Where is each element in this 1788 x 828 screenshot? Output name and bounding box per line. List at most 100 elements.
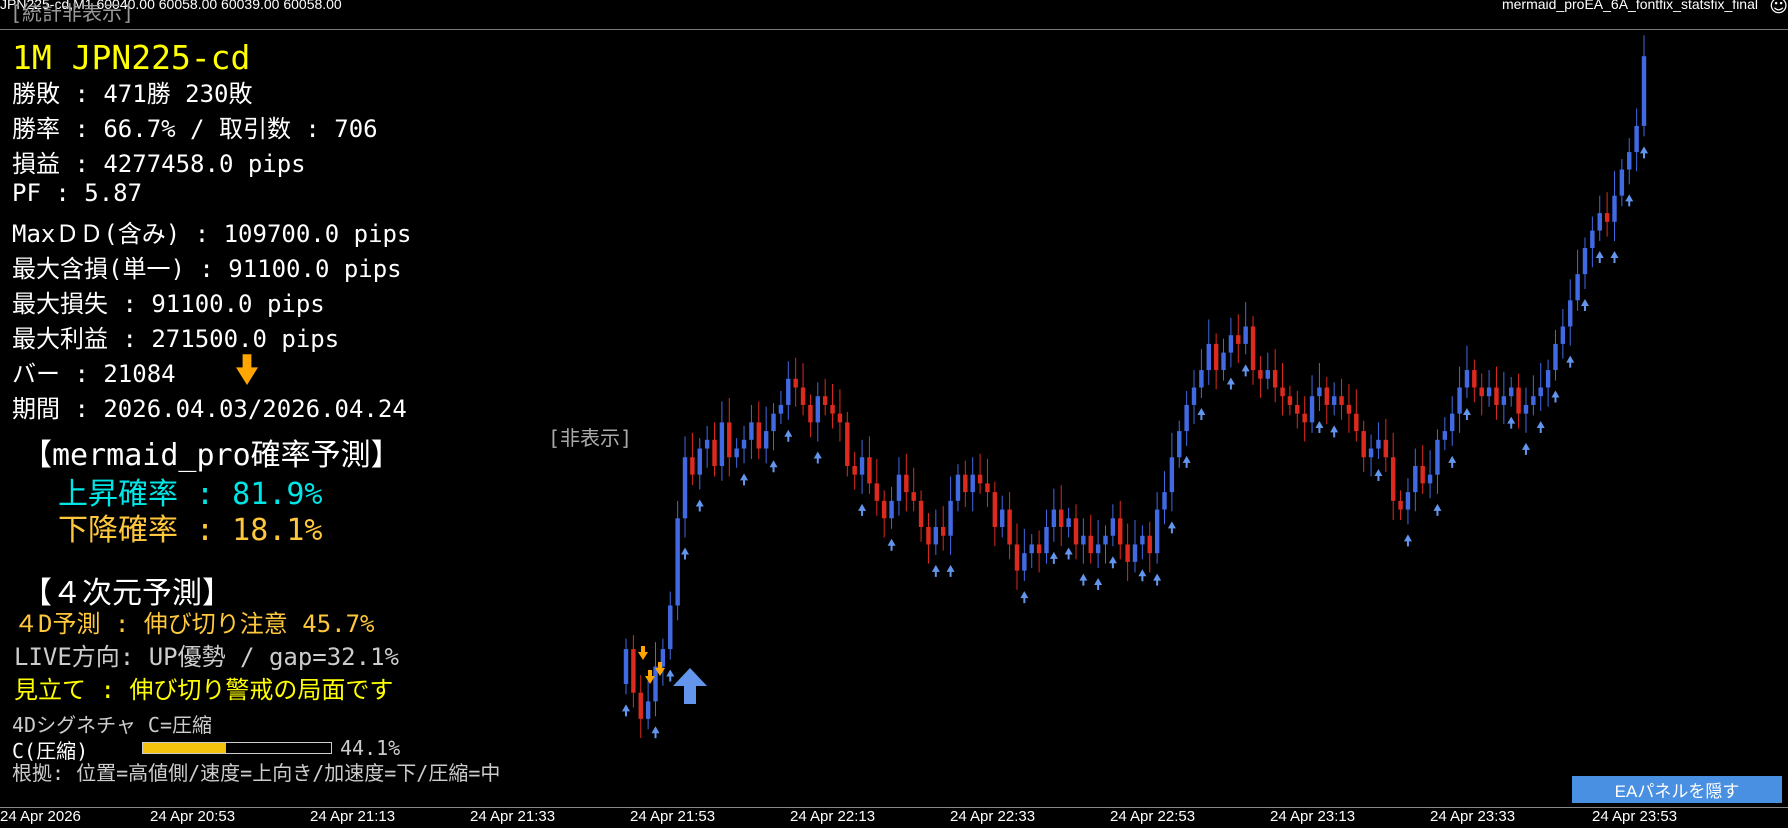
candle-body bbox=[1568, 300, 1573, 327]
header-divider bbox=[0, 29, 1788, 30]
buy-arrow-icon bbox=[622, 704, 630, 717]
candle-body bbox=[933, 527, 939, 545]
candle-body bbox=[1184, 404, 1189, 432]
ea-name: mermaid_proEA_6A_fontfix_statsfix_final bbox=[1501, 0, 1758, 12]
candle-body bbox=[1597, 213, 1602, 231]
candle-body bbox=[1612, 195, 1617, 222]
candle-body bbox=[1420, 465, 1425, 484]
candle-body bbox=[822, 396, 828, 405]
candle-body bbox=[1213, 343, 1219, 371]
candle-body bbox=[1154, 509, 1160, 554]
candle-body bbox=[1095, 544, 1101, 554]
compression-bar-fill bbox=[143, 743, 226, 753]
candle-body bbox=[963, 474, 968, 493]
hide-ea-panel-button[interactable]: EAパネルを隠す bbox=[1572, 776, 1782, 803]
candle-body bbox=[1199, 370, 1204, 388]
candle-body bbox=[1088, 535, 1093, 554]
candle-body bbox=[793, 378, 798, 388]
x-tick-label: 24 Apr 22:13 bbox=[790, 808, 876, 825]
forecast-4d-prediction: ４D予測 : 伸び切り注意 45.7% bbox=[14, 610, 375, 638]
candle-body bbox=[1265, 370, 1270, 379]
buy-arrow-icon bbox=[1580, 298, 1589, 311]
stat-profit: 損益 : 4277458.0 pips bbox=[12, 150, 306, 178]
candle-body bbox=[1236, 335, 1241, 344]
candle-body bbox=[1604, 213, 1610, 222]
candle-body bbox=[704, 439, 710, 449]
buy-arrow-icon bbox=[1462, 407, 1471, 420]
buy-arrow-icon bbox=[1507, 416, 1516, 429]
candle-body bbox=[1206, 343, 1211, 371]
candle-body bbox=[1383, 439, 1389, 458]
candle-body bbox=[977, 474, 983, 484]
center-hidden-tag: [非表示] bbox=[548, 426, 633, 450]
candle-body bbox=[1553, 343, 1558, 371]
buy-arrow-icon bbox=[1094, 577, 1103, 590]
buy-arrow-icon bbox=[1064, 547, 1073, 560]
candle-body bbox=[1287, 396, 1293, 405]
buy-arrow-icon bbox=[946, 564, 955, 577]
candle-body bbox=[697, 448, 702, 475]
buy-arrow-icon bbox=[1153, 573, 1162, 586]
candle-body bbox=[1582, 247, 1588, 275]
candle-body bbox=[763, 431, 769, 449]
buy-arrow-icon bbox=[1625, 194, 1634, 207]
candle-body bbox=[918, 500, 924, 528]
candle-body bbox=[1516, 387, 1521, 414]
down-probability: 下降確率 : 18.1% bbox=[58, 513, 323, 548]
buy-arrow-icon bbox=[784, 429, 793, 442]
candle-body bbox=[1494, 387, 1499, 405]
live-direction: LIVE方向: UP優勢 / gap=32.1% bbox=[14, 643, 399, 671]
stat-max-loss: 最大損失 : 91100.0 pips bbox=[12, 290, 325, 318]
candle-body bbox=[734, 448, 739, 458]
candle-body bbox=[1066, 518, 1071, 528]
candle-body bbox=[1125, 544, 1130, 562]
candle-body bbox=[786, 378, 791, 405]
candle-body bbox=[1346, 404, 1352, 414]
outlook: 見立て : 伸び切り警戒の局面です bbox=[14, 676, 394, 704]
candle-body bbox=[638, 692, 643, 719]
buy-arrow-icon bbox=[1020, 591, 1029, 604]
candle-body bbox=[1427, 474, 1433, 484]
x-tick-label: 24 Apr 23:33 bbox=[1430, 808, 1516, 825]
candle-body bbox=[1103, 535, 1108, 545]
sell-arrow-icon bbox=[638, 646, 648, 660]
candle-body bbox=[1641, 56, 1647, 126]
candle-body bbox=[948, 500, 953, 536]
candle-body bbox=[1118, 518, 1123, 545]
buy-arrow-icon bbox=[1595, 251, 1604, 264]
sell-arrow-icon bbox=[236, 354, 258, 385]
buy-arrow-icon bbox=[1197, 407, 1206, 420]
candle-body bbox=[756, 422, 761, 449]
candle-body bbox=[631, 649, 636, 693]
stat-max-profit: 最大利益 : 271500.0 pips bbox=[12, 325, 340, 353]
buy-arrow-icon bbox=[695, 499, 704, 512]
buy-arrow-icon bbox=[1315, 421, 1324, 434]
candle-body bbox=[1228, 335, 1234, 353]
hidden-stats-tag: [統計非表示] bbox=[10, 1, 135, 25]
candle-body bbox=[896, 474, 902, 501]
buy-arrow-icon bbox=[1551, 390, 1560, 403]
stat-win-loss: 勝敗 : 471勝 230敗 bbox=[12, 80, 253, 108]
candle-body bbox=[815, 396, 821, 423]
x-tick-label: 24 Apr 22:33 bbox=[950, 808, 1036, 825]
buy-arrow-icon bbox=[1182, 455, 1191, 468]
buy-arrow-icon bbox=[740, 473, 749, 486]
buy-arrow-icon bbox=[1536, 421, 1545, 434]
candle-body bbox=[1295, 404, 1300, 414]
candle-body bbox=[1132, 544, 1138, 562]
buy-arrow-icon bbox=[1049, 551, 1058, 564]
candle-body bbox=[1398, 500, 1403, 510]
candle-body bbox=[1243, 326, 1248, 344]
candle-body bbox=[1368, 448, 1374, 458]
candle-body bbox=[1413, 465, 1418, 493]
candle-body bbox=[970, 474, 975, 493]
candle-body bbox=[881, 500, 887, 519]
candle-body bbox=[1449, 413, 1455, 432]
candle-body bbox=[1221, 352, 1226, 371]
candle-body bbox=[1457, 387, 1462, 414]
candle-body bbox=[1405, 492, 1411, 510]
buy-arrow-icon bbox=[887, 538, 896, 551]
candle-body bbox=[992, 492, 998, 528]
candle-body bbox=[645, 701, 651, 719]
x-tick-label: 24 Apr 2026 bbox=[0, 808, 81, 825]
